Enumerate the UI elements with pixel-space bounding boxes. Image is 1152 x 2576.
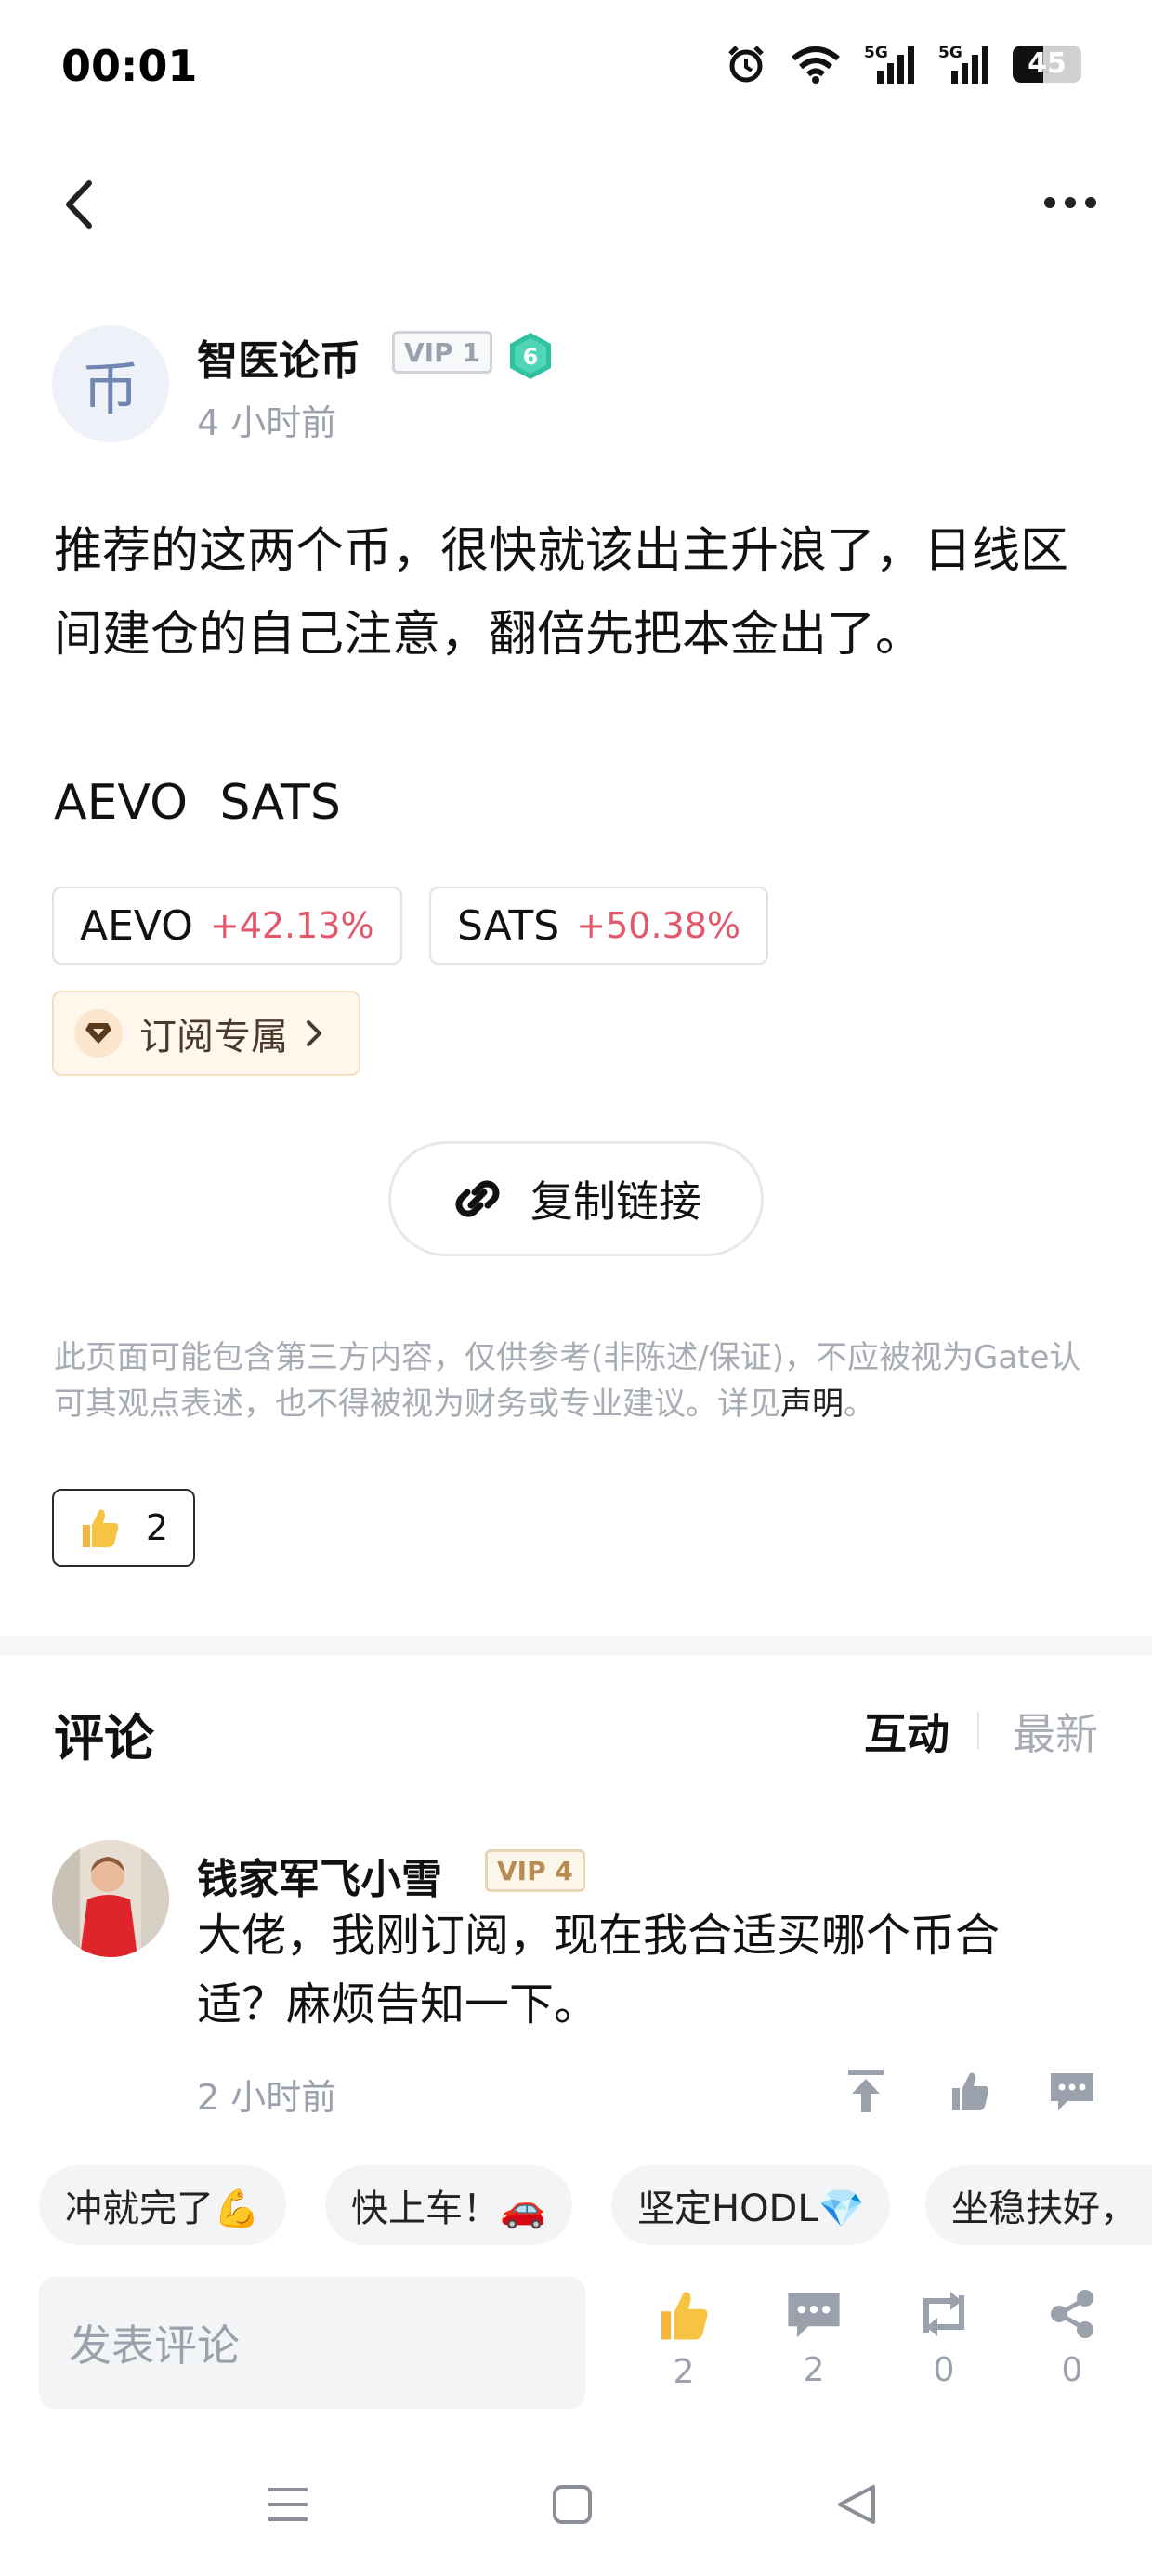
sort-latest-tab[interactable]: 最新 <box>1013 1701 1098 1762</box>
disclaimer: 此页面可能包含第三方内容，仅供参考(非陈述/保证)，不应被视为Gate认可其观点… <box>54 1334 1104 1427</box>
signal-5g-2-icon: 5G <box>938 44 988 84</box>
ticker-change: +42.13% <box>209 905 374 946</box>
repost-icon <box>923 2292 964 2336</box>
back-triangle-icon <box>838 2485 875 2524</box>
bottom-like-count: 2 <box>673 2353 695 2391</box>
thumbs-up-icon <box>952 2072 989 2110</box>
ticker-change: +50.38% <box>576 905 740 946</box>
alarm-icon <box>728 46 764 83</box>
vip-badge: VIP 1 <box>392 331 492 374</box>
comment-bubble-icon <box>788 2293 840 2338</box>
comment-time: 2 小时前 <box>197 2077 337 2118</box>
ticker-chip-aevo[interactable]: AEVO +42.13% <box>52 887 402 965</box>
wifi-icon <box>792 46 840 84</box>
commenter-name[interactable]: 钱家军飞小雪 <box>197 1846 442 1905</box>
status-time: 00:01 <box>61 41 198 91</box>
system-home-button[interactable] <box>544 2472 600 2537</box>
author-name[interactable]: 智医论币 <box>197 327 360 387</box>
post-like-count: 2 <box>145 1507 169 1548</box>
quick-reply-chip[interactable]: 冲就完了💪 <box>39 2165 286 2245</box>
status-bar: 00:01 5G 5G 45 <box>0 0 1152 139</box>
back-button[interactable] <box>56 177 102 232</box>
system-menu-button[interactable] <box>260 2472 316 2537</box>
bottom-share-button[interactable]: 0 <box>1026 2288 1119 2389</box>
thumbs-up-icon <box>661 2292 708 2340</box>
quick-reply-chip[interactable]: 坐稳扶好， <box>925 2165 1152 2245</box>
link-icon <box>455 1180 500 1217</box>
comment-input[interactable]: 发表评论 <box>39 2277 585 2409</box>
ticker-symbol: SATS <box>457 901 560 950</box>
copy-link-label: 复制链接 <box>530 1176 701 1227</box>
level-badge-icon: 6 <box>510 333 551 379</box>
system-back-button[interactable] <box>829 2472 884 2537</box>
comment-bubble-icon <box>1051 2073 1093 2110</box>
bottom-repost-button[interactable]: 0 <box>897 2288 990 2389</box>
copy-link-button[interactable]: 复制链接 <box>388 1141 764 1256</box>
comment-like-button[interactable] <box>944 2065 996 2117</box>
svg-text:5G: 5G <box>864 44 888 62</box>
author-avatar[interactable]: 币 <box>52 325 169 442</box>
post-time: 4 小时前 <box>197 402 337 443</box>
thumbs-up-icon <box>82 1509 119 1547</box>
comment-pin-button[interactable] <box>840 2065 892 2117</box>
share-icon <box>1051 2290 1093 2338</box>
post-text: 推荐的这两个币，很快就该出主升浪了，日线区间建仓的自己注意，翻倍先把本金出了。 <box>54 523 1069 663</box>
diamond-icon <box>74 1009 123 1058</box>
battery-level: 45 <box>1028 47 1067 80</box>
subscribe-label: 订阅专属 <box>139 1016 288 1058</box>
level-number: 6 <box>523 344 539 370</box>
commenter-vip-badge: VIP 4 <box>485 1849 585 1892</box>
home-square-icon <box>553 2485 592 2524</box>
sort-separator <box>977 1712 979 1749</box>
battery-icon: 45 <box>1013 46 1081 83</box>
chevron-right-icon <box>307 1020 321 1046</box>
post-tickers-line: AEVO SATS <box>54 775 341 831</box>
sort-interactions-tab[interactable]: 互动 <box>864 1701 949 1762</box>
ticker-symbol: AEVO <box>80 901 193 950</box>
disclaimer-text: 此页面可能包含第三方内容，仅供参考(非陈述/保证)，不应被视为Gate认可其观点… <box>54 1339 1081 1423</box>
post-like-button[interactable]: 2 <box>52 1489 195 1567</box>
more-dots-icon <box>1044 197 1055 208</box>
quick-reply-chip[interactable]: 快上车！🚗 <box>325 2165 572 2245</box>
comments-title: 评论 <box>54 1709 154 1768</box>
comment-reply-button[interactable] <box>1046 2065 1098 2117</box>
pin-top-icon <box>848 2070 884 2112</box>
disclaimer-link[interactable]: 声明 <box>780 1386 844 1423</box>
svg-text:5G: 5G <box>938 44 962 62</box>
subscribe-exclusive-button[interactable]: 订阅专属 <box>52 991 360 1076</box>
comment-text: 大佬，我刚订阅，现在我合适买哪个币合适？麻烦告知一下。 <box>197 1910 1001 2031</box>
bottom-repost-count: 0 <box>933 2351 955 2389</box>
bottom-comment-count: 2 <box>803 2351 825 2389</box>
quick-reply-chip[interactable]: 坚定HODL💎 <box>611 2165 891 2245</box>
ticker-chip-sats[interactable]: SATS +50.38% <box>429 887 768 965</box>
bottom-share-count: 0 <box>1061 2351 1083 2389</box>
signal-5g-icon: 5G <box>864 44 914 84</box>
section-divider <box>0 1636 1152 1656</box>
chevron-left-icon <box>66 180 92 229</box>
menu-icon <box>268 2488 308 2521</box>
disclaimer-end: 。 <box>844 1386 875 1423</box>
bottom-comment-button[interactable]: 2 <box>767 2288 860 2389</box>
bottom-like-button[interactable]: 2 <box>637 2288 730 2391</box>
status-icons: 5G 5G 45 <box>725 43 1081 85</box>
more-options-button[interactable] <box>1033 182 1107 223</box>
commenter-avatar[interactable] <box>52 1840 169 1957</box>
